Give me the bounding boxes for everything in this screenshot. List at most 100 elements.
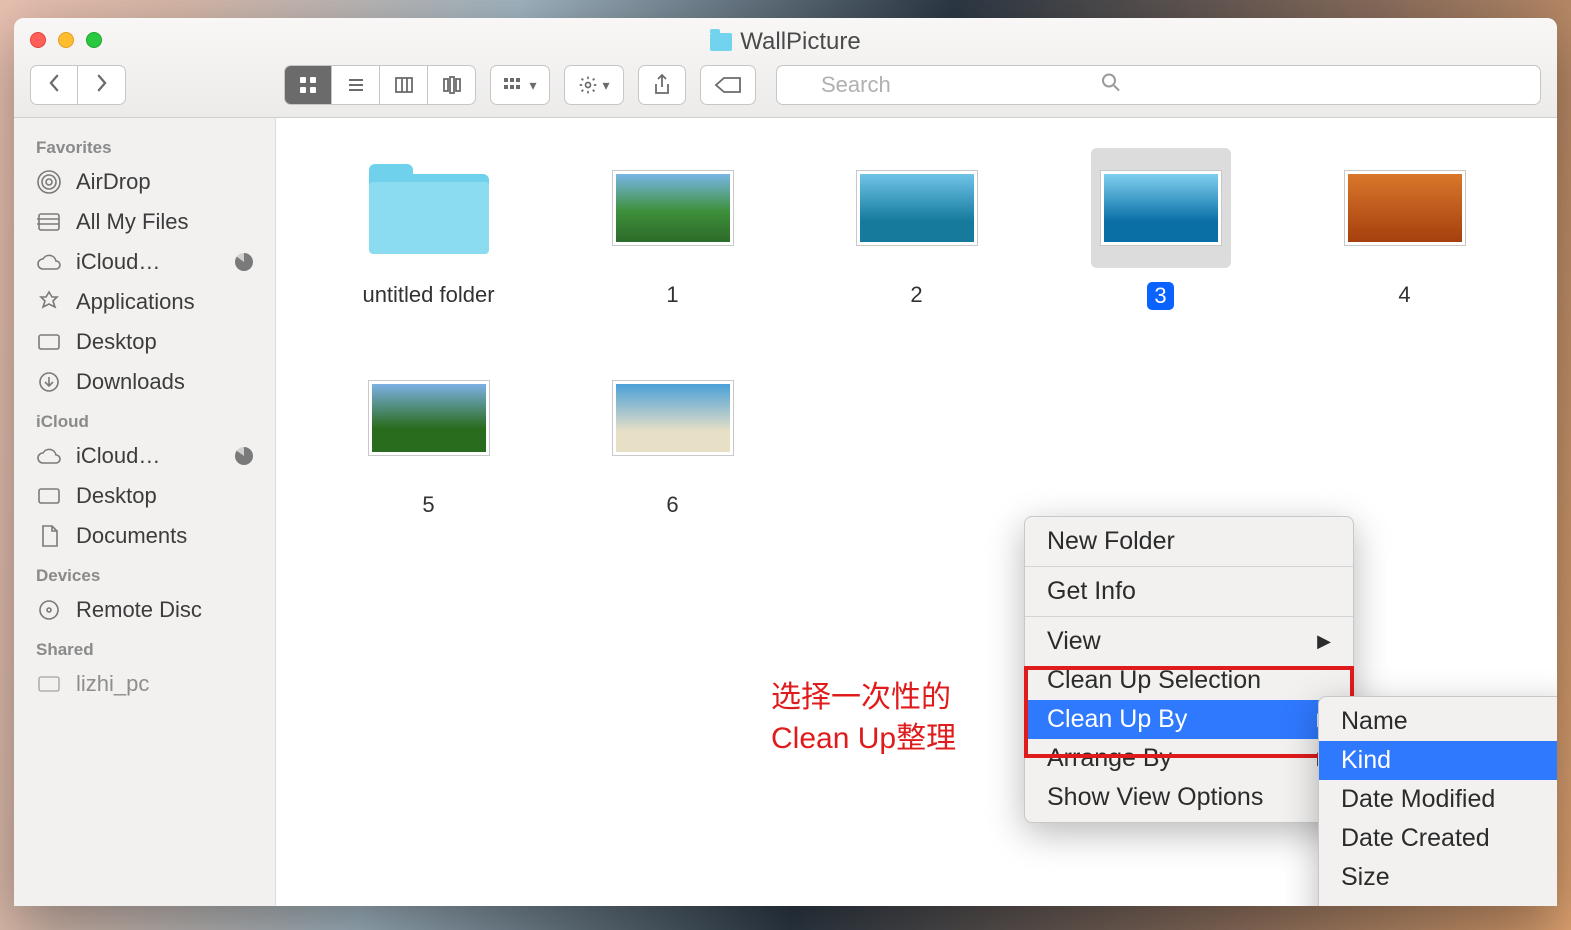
image-thumbnail bbox=[613, 381, 733, 455]
allfiles-icon bbox=[36, 212, 62, 232]
file-label: 4 bbox=[1398, 282, 1410, 308]
folder-icon bbox=[710, 33, 732, 51]
menu-item[interactable]: Size bbox=[1319, 858, 1557, 897]
sidebar-item-desktop-cloud[interactable]: Desktop bbox=[14, 476, 275, 516]
content-area[interactable]: untitled folder123456 选择一次性的 Clean Up整理 … bbox=[276, 118, 1557, 906]
file-item[interactable]: 1 bbox=[571, 148, 775, 310]
menu-item[interactable]: Clean Up By▶ bbox=[1025, 700, 1353, 739]
sidebar-item-remote-disc[interactable]: Remote Disc bbox=[14, 590, 275, 630]
file-item[interactable]: 3 bbox=[1059, 148, 1263, 310]
menu-item[interactable]: Arrange By▶ bbox=[1025, 739, 1353, 778]
list-icon bbox=[346, 75, 366, 95]
cloud-icon bbox=[36, 253, 62, 271]
arrange-icon bbox=[503, 77, 525, 93]
menu-item[interactable]: Show View Options bbox=[1025, 778, 1353, 817]
sidebar-item-applications[interactable]: Applications bbox=[14, 282, 275, 322]
menu-item[interactable]: New Folder bbox=[1025, 522, 1353, 561]
sidebar-label: Documents bbox=[76, 523, 187, 549]
gallery-view-button[interactable] bbox=[428, 65, 476, 105]
chevron-down-icon: ▾ bbox=[529, 77, 536, 94]
file-item[interactable]: 4 bbox=[1303, 148, 1507, 310]
menu-item[interactable]: Tags bbox=[1319, 897, 1557, 906]
file-label: untitled folder bbox=[362, 282, 494, 308]
column-view-button[interactable] bbox=[380, 65, 428, 105]
tags-button[interactable] bbox=[700, 65, 756, 105]
view-mode-segment bbox=[284, 65, 476, 105]
window-title-text: WallPicture bbox=[740, 28, 860, 56]
desktop-icon bbox=[36, 487, 62, 505]
menu-item[interactable]: Date Created bbox=[1319, 819, 1557, 858]
menu-item[interactable]: Clean Up Selection bbox=[1025, 661, 1353, 700]
columns-icon bbox=[394, 75, 414, 95]
search-icon bbox=[1101, 73, 1121, 98]
submenu-arrow-icon: ▶ bbox=[1317, 631, 1331, 652]
arrange-menu-button[interactable]: ▾ bbox=[490, 65, 550, 105]
sidebar-item-airdrop[interactable]: AirDrop bbox=[14, 162, 275, 202]
search-input[interactable] bbox=[776, 65, 1541, 105]
sidebar-heading: iCloud bbox=[14, 402, 275, 436]
image-thumbnail bbox=[857, 171, 977, 245]
cloud-icon bbox=[36, 447, 62, 465]
share-button[interactable] bbox=[638, 65, 686, 105]
sidebar-item-downloads[interactable]: Downloads bbox=[14, 362, 275, 402]
downloads-icon bbox=[36, 371, 62, 393]
apps-icon bbox=[36, 290, 62, 314]
airdrop-icon bbox=[36, 170, 62, 194]
chevron-right-icon bbox=[95, 74, 108, 92]
sidebar-label: iCloud… bbox=[76, 443, 160, 469]
file-label: 2 bbox=[910, 282, 922, 308]
folder-icon bbox=[369, 162, 489, 254]
chevron-left-icon bbox=[48, 74, 61, 92]
menu-item[interactable]: Name bbox=[1319, 702, 1557, 741]
sidebar-heading: Shared bbox=[14, 630, 275, 664]
chevron-down-icon: ▾ bbox=[602, 77, 609, 94]
search-field[interactable] bbox=[776, 65, 1541, 105]
action-menu-button[interactable]: ▾ bbox=[564, 65, 624, 105]
sidebar-label: iCloud… bbox=[76, 249, 160, 275]
menu-item[interactable]: Date Modified bbox=[1319, 780, 1557, 819]
cleanup-submenu: NameKindDate ModifiedDate CreatedSizeTag… bbox=[1318, 696, 1557, 906]
menu-item[interactable]: View▶ bbox=[1025, 622, 1353, 661]
sidebar-heading: Devices bbox=[14, 556, 275, 590]
share-icon bbox=[653, 74, 671, 96]
finder-window: WallPicture bbox=[14, 18, 1557, 906]
progress-badge bbox=[235, 447, 253, 465]
icon-view-button[interactable] bbox=[284, 65, 332, 105]
sidebar-item-shared[interactable]: lizhi_pc bbox=[14, 664, 275, 704]
sidebar-label: Desktop bbox=[76, 483, 157, 509]
file-label: 3 bbox=[1147, 282, 1173, 310]
sidebar-label: Downloads bbox=[76, 369, 185, 395]
sidebar: Favorites AirDrop All My Files iCloud… A… bbox=[14, 118, 276, 906]
sidebar-item-desktop[interactable]: Desktop bbox=[14, 322, 275, 362]
sidebar-label: Desktop bbox=[76, 329, 157, 355]
sidebar-item-icloud[interactable]: iCloud… bbox=[14, 242, 275, 282]
sidebar-label: Applications bbox=[76, 289, 195, 315]
file-label: 6 bbox=[666, 492, 678, 518]
menu-item[interactable]: Kind bbox=[1319, 741, 1557, 780]
sidebar-item-documents[interactable]: Documents bbox=[14, 516, 275, 556]
sidebar-item-icloud-drive[interactable]: iCloud… bbox=[14, 436, 275, 476]
image-thumbnail bbox=[1345, 171, 1465, 245]
sidebar-item-allfiles[interactable]: All My Files bbox=[14, 202, 275, 242]
disc-icon bbox=[36, 599, 62, 621]
file-label: 5 bbox=[422, 492, 434, 518]
image-thumbnail bbox=[369, 381, 489, 455]
menu-item[interactable]: Get Info bbox=[1025, 572, 1353, 611]
documents-icon bbox=[36, 524, 62, 548]
sidebar-label: All My Files bbox=[76, 209, 188, 235]
forward-button[interactable] bbox=[78, 65, 126, 105]
gear-icon bbox=[578, 75, 598, 95]
server-icon bbox=[36, 675, 62, 693]
grid-icon bbox=[298, 75, 318, 95]
file-item[interactable]: 6 bbox=[571, 358, 775, 518]
back-button[interactable] bbox=[30, 65, 78, 105]
file-label: 1 bbox=[666, 282, 678, 308]
list-view-button[interactable] bbox=[332, 65, 380, 105]
file-item[interactable]: untitled folder bbox=[327, 148, 531, 310]
file-item[interactable]: 2 bbox=[815, 148, 1019, 310]
file-item[interactable]: 5 bbox=[327, 358, 531, 518]
sidebar-label: Remote Disc bbox=[76, 597, 202, 623]
context-menu: New Folder Get Info View▶Clean Up Selectio… bbox=[1024, 516, 1354, 823]
window-title: WallPicture bbox=[14, 28, 1557, 56]
sidebar-heading: Favorites bbox=[14, 128, 275, 162]
